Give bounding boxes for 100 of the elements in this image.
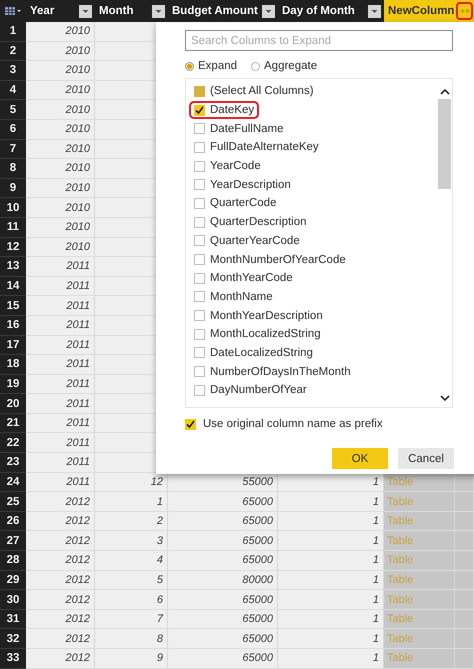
column-option[interactable]: DateKey [189,100,260,120]
table-cell: 2012 [26,590,95,610]
table-cell: Table [384,629,455,649]
column-option[interactable]: QuarterCode [189,194,282,213]
table-cell: 2012 [26,629,95,649]
checkbox[interactable] [194,347,205,358]
filter-dropdown-icon[interactable] [262,4,275,18]
column-option[interactable]: DateFullName [189,119,288,138]
column-option[interactable]: FullDateAlternateKey [189,138,324,157]
table-cell: 65000 [168,629,278,649]
column-option[interactable]: QuarterDescription [189,212,312,232]
column-option[interactable]: DateLocalizedString [189,344,318,362]
row-number: 9 [0,178,26,198]
table-cell: Table [384,590,455,610]
expand-arrows-icon[interactable] [458,6,470,16]
column-option[interactable]: QuarterYearCode [189,232,305,250]
row-number: 8 [0,159,26,179]
table-cell: 1 [95,492,168,512]
column-option[interactable]: MonthNumberOfYearCode [189,250,351,269]
filter-dropdown-icon[interactable] [152,4,165,18]
table-cell: 2011 [26,257,95,277]
row-number: 30 [0,590,26,610]
table-cell: 55000 [168,472,278,492]
row-number: 25 [0,492,26,512]
row-number: 33 [0,649,26,669]
row-number: 16 [0,316,26,336]
row-number: 13 [0,257,26,277]
column-option[interactable]: YearDescription [189,175,296,194]
select-all-option[interactable]: (Select All Columns) [189,82,319,101]
table-cell: 1 [278,551,384,571]
table-cell: 2011 [26,453,95,473]
table-cell: 2011 [26,336,95,356]
column-option[interactable]: MonthLocalizedString [189,324,326,344]
table-cell: 2011 [26,374,95,394]
scroll-up-icon[interactable] [438,87,450,95]
table-cell: Table [384,472,455,492]
checkbox[interactable] [194,328,205,340]
column-header[interactable]: NewColumn [384,0,455,22]
table-cell: Table [384,610,455,630]
checkbox[interactable] [194,86,205,97]
scroll-down-icon[interactable] [438,395,450,403]
checkbox[interactable] [194,254,205,266]
column-option[interactable]: YearCode [189,156,266,176]
checkbox[interactable] [194,235,205,246]
table-cell: 65000 [168,492,278,512]
checkbox[interactable] [185,418,196,430]
table-cell: 1 [278,531,384,552]
table-cell: 9 [95,649,168,669]
column-header[interactable]: Year [26,0,95,22]
filter-dropdown-icon[interactable] [79,4,92,18]
checkbox[interactable] [194,291,205,302]
table-cell: 2010 [26,159,95,179]
table-cell: 2010 [26,22,95,42]
checkbox[interactable] [194,366,205,378]
table-cell: Table [384,512,455,532]
row-number: 21 [0,414,26,434]
ok-button[interactable]: OK [332,448,388,469]
table-cell: 2010 [26,178,95,198]
table-cell: 65000 [168,590,278,610]
table-cell: 2011 [26,276,95,296]
checkbox[interactable] [194,179,205,190]
checkbox[interactable] [194,142,205,153]
checkbox[interactable] [194,384,205,396]
expand-button[interactable] [456,2,473,20]
column-header[interactable]: Month [95,0,168,22]
table-menu-icon[interactable] [5,6,21,16]
column-option[interactable]: MonthName [189,288,278,306]
checkbox[interactable] [194,104,205,116]
radio-option[interactable]: Expand [185,60,238,72]
row-number: 31 [0,610,26,630]
column-option[interactable]: MonthYearCode [189,268,298,288]
cancel-button[interactable]: Cancel [398,448,454,469]
column-option[interactable]: MonthYearDescription [189,306,328,325]
checkbox[interactable] [194,123,205,134]
checkbox[interactable] [194,160,205,172]
row-number: 29 [0,570,26,590]
checkbox[interactable] [194,310,205,322]
checkbox[interactable] [194,198,205,209]
column-header[interactable]: Day of Month [278,0,384,22]
row-number: 24 [0,472,26,492]
column-option[interactable]: DayNumberOfYear [189,381,312,400]
table-cell: 2010 [26,100,95,120]
column-option[interactable]: NumberOfDaysInTheMonth [189,362,356,381]
table-cell: Table [384,531,455,552]
checkbox[interactable] [194,216,205,228]
table-cell: Table [384,570,455,590]
table-cell: 1 [278,610,384,630]
row-number: 26 [0,512,26,532]
table-cell: 2011 [26,296,95,316]
row-number: 5 [0,100,26,120]
scroll-thumb[interactable] [438,99,451,189]
radio-option[interactable]: Aggregate [251,60,318,72]
filter-dropdown-icon[interactable] [368,4,381,18]
search-field[interactable]: Search Columns to Expand [185,30,453,51]
column-header[interactable]: Budget Amount [168,0,278,22]
row-number: 3 [0,61,26,81]
row-number: 32 [0,629,26,649]
table-cell: 2011 [26,414,95,434]
checkbox[interactable] [194,272,205,284]
prefix-option[interactable]: Use original column name as prefix [185,418,474,430]
